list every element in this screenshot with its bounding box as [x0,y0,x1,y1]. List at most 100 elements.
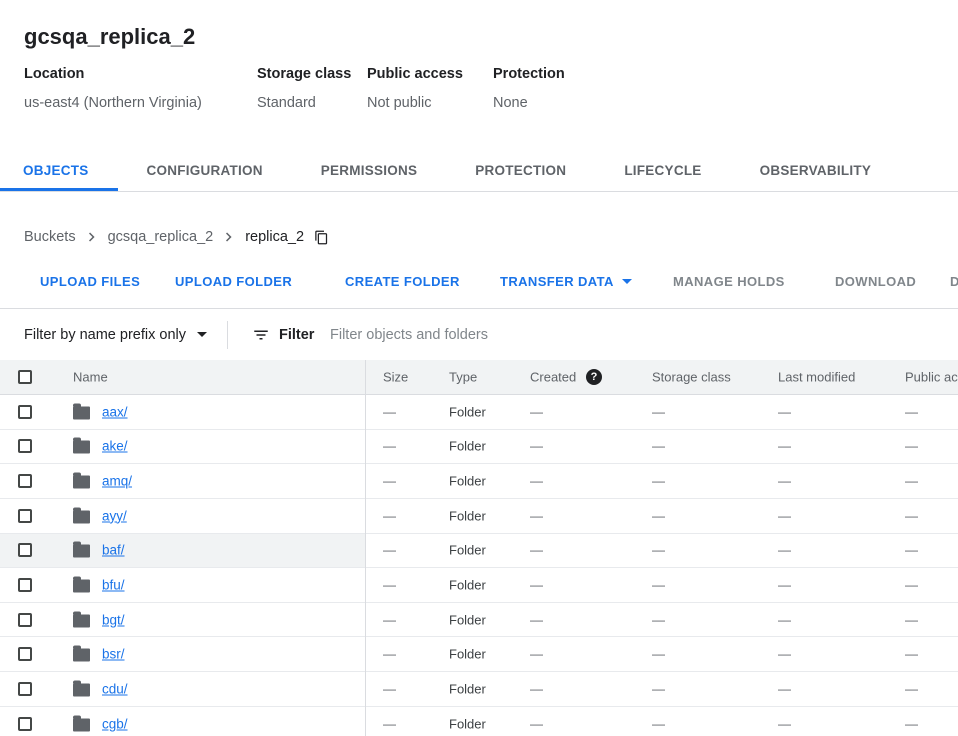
folder-link[interactable]: cdu/ [102,681,128,696]
cell-type: Folder [449,474,486,489]
tab-protection[interactable]: PROTECTION [446,150,595,191]
cell-size: — [383,612,396,627]
bucket-meta: Location us-east4 (Northern Virginia) St… [24,66,575,111]
manage-holds-button: MANAGE HOLDS [665,263,793,299]
cell-size: — [383,404,396,419]
cell-storage-class: — [652,578,665,593]
transfer-data-button[interactable]: TRANSFER DATA [492,263,640,299]
meta-value: Standard [257,95,357,111]
cell-last-modified: — [778,543,791,558]
folder-icon [73,649,90,662]
breadcrumb-bucket-name[interactable]: gcsqa_replica_2 [108,229,214,245]
select-all-checkbox[interactable] [18,370,32,384]
tab-permissions[interactable]: PERMISSIONS [292,150,447,191]
tab-objects[interactable]: OBJECTS [0,150,118,191]
cell-public-access: — [905,647,918,662]
row-checkbox[interactable] [18,717,32,731]
vertical-divider [227,321,228,349]
filter-mode-label: Filter by name prefix only [24,327,186,343]
tab-configuration[interactable]: CONFIGURATION [118,150,292,191]
folder-link[interactable]: ayy/ [102,508,127,523]
row-checkbox[interactable] [18,405,32,419]
meta-label: Protection [493,66,565,82]
folder-link[interactable]: bsr/ [102,647,125,662]
folder-link[interactable]: cgb/ [102,716,128,731]
cell-public-access: — [905,578,918,593]
meta-protection: Protection None [493,66,575,111]
column-header-created: Created [530,370,576,385]
column-header-size: Size [383,370,408,385]
cell-last-modified: — [778,716,791,731]
chevron-right-icon [220,228,238,246]
chevron-right-icon [83,228,101,246]
cell-storage-class: — [652,647,665,662]
cell-last-modified: — [778,508,791,523]
cell-type: Folder [449,681,486,696]
folder-icon [73,614,90,627]
cell-storage-class: — [652,716,665,731]
cell-created: — [530,404,543,419]
column-header-name: Name [73,370,108,385]
folder-link[interactable]: aax/ [102,404,128,419]
delete-button: DELETE [942,263,958,299]
meta-public-access: Public access Not public [367,66,493,111]
meta-value: us-east4 (Northern Virginia) [24,95,247,111]
cell-public-access: — [905,612,918,627]
column-header-last-modified: Last modified [778,370,855,385]
folder-link[interactable]: amq/ [102,474,132,489]
cell-size: — [383,439,396,454]
meta-value: None [493,95,565,111]
folder-link[interactable]: bgt/ [102,612,125,627]
row-checkbox[interactable] [18,647,32,661]
cell-last-modified: — [778,474,791,489]
copy-path-button[interactable] [314,230,329,245]
row-checkbox[interactable] [18,439,32,453]
cell-storage-class: — [652,543,665,558]
breadcrumb-buckets[interactable]: Buckets [24,229,76,245]
row-checkbox[interactable] [18,509,32,523]
download-button: DOWNLOAD [827,263,924,299]
tab-lifecycle[interactable]: LIFECYCLE [595,150,730,191]
row-checkbox[interactable] [18,578,32,592]
row-checkbox[interactable] [18,682,32,696]
objects-table: Name Size Type Created ? Storage class L… [0,360,958,736]
cell-public-access: — [905,543,918,558]
folder-icon [73,476,90,489]
table-row: ake/ — Folder — — — — [0,430,958,465]
table-row: ayy/ — Folder — — — — [0,499,958,534]
upload-files-button[interactable]: UPLOAD FILES [32,263,148,299]
cell-size: — [383,508,396,523]
cell-last-modified: — [778,404,791,419]
cell-type: Folder [449,543,486,558]
filter-objects-input[interactable] [330,309,930,360]
column-header-type: Type [449,370,477,385]
create-folder-button[interactable]: CREATE FOLDER [337,263,468,299]
row-checkbox[interactable] [18,474,32,488]
folder-link[interactable]: bfu/ [102,578,125,593]
table-row: baf/ — Folder — — — — [0,534,958,569]
filter-mode-dropdown[interactable]: Filter by name prefix only [24,327,207,343]
table-row: cdu/ — Folder — — — — [0,672,958,707]
help-icon[interactable]: ? [586,369,602,385]
cell-created: — [530,578,543,593]
folder-icon [73,545,90,558]
cell-public-access: — [905,681,918,696]
row-checkbox[interactable] [18,613,32,627]
row-checkbox[interactable] [18,543,32,557]
cell-storage-class: — [652,612,665,627]
tab-observability[interactable]: OBSERVABILITY [731,150,901,191]
cell-storage-class: — [652,439,665,454]
cell-type: Folder [449,404,486,419]
cell-last-modified: — [778,681,791,696]
cell-type: Folder [449,439,486,454]
folder-link[interactable]: ake/ [102,439,128,454]
breadcrumb: Buckets gcsqa_replica_2 replica_2 [24,226,329,248]
folder-link[interactable]: baf/ [102,543,125,558]
cell-size: — [383,474,396,489]
folder-icon [73,580,90,593]
cell-created: — [530,508,543,523]
folder-icon [73,718,90,731]
upload-folder-button[interactable]: UPLOAD FOLDER [167,263,300,299]
cell-last-modified: — [778,439,791,454]
table-row: amq/ — Folder — — — — [0,464,958,499]
